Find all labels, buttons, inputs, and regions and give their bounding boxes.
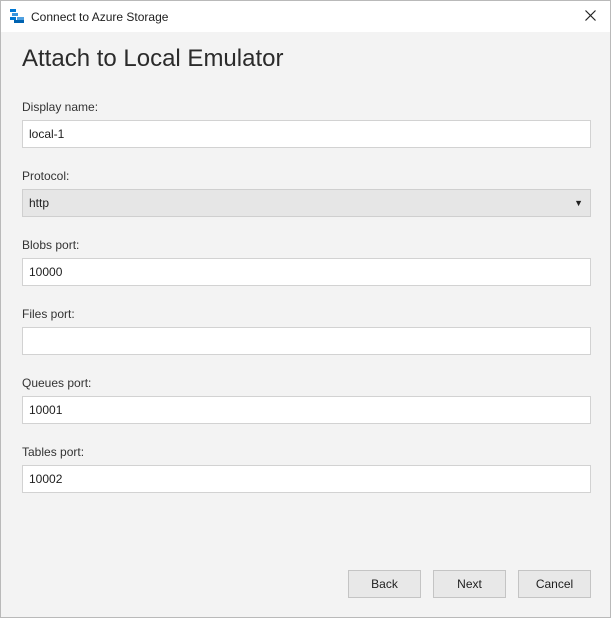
queues-port-label: Queues port: — [22, 376, 92, 390]
protocol-select[interactable]: http ▼ — [22, 189, 591, 217]
blobs-port-label: Blobs port: — [22, 238, 80, 252]
close-button[interactable] — [570, 1, 610, 32]
files-port-input[interactable] — [22, 327, 591, 355]
files-port-label: Files port: — [22, 307, 75, 321]
protocol-selected-value: http — [29, 196, 50, 210]
title-bar: Connect to Azure Storage — [1, 1, 610, 32]
blobs-port-input[interactable] — [22, 258, 591, 286]
tables-port-input[interactable] — [22, 465, 591, 493]
page-title: Attach to Local Emulator — [22, 45, 284, 72]
display-name-label: Display name: — [22, 100, 99, 114]
display-name-input[interactable] — [22, 120, 591, 148]
chevron-down-icon: ▼ — [574, 198, 583, 208]
window-title: Connect to Azure Storage — [31, 10, 169, 24]
next-button[interactable]: Next — [433, 570, 506, 598]
protocol-label: Protocol: — [22, 169, 70, 183]
tables-port-label: Tables port: — [22, 445, 85, 459]
azure-storage-icon — [10, 9, 24, 23]
dialog-window: Connect to Azure Storage Attach to Local… — [0, 0, 611, 618]
back-button[interactable]: Back — [348, 570, 421, 598]
queues-port-input[interactable] — [22, 396, 591, 424]
cancel-button[interactable]: Cancel — [518, 570, 591, 598]
close-icon — [584, 8, 596, 26]
